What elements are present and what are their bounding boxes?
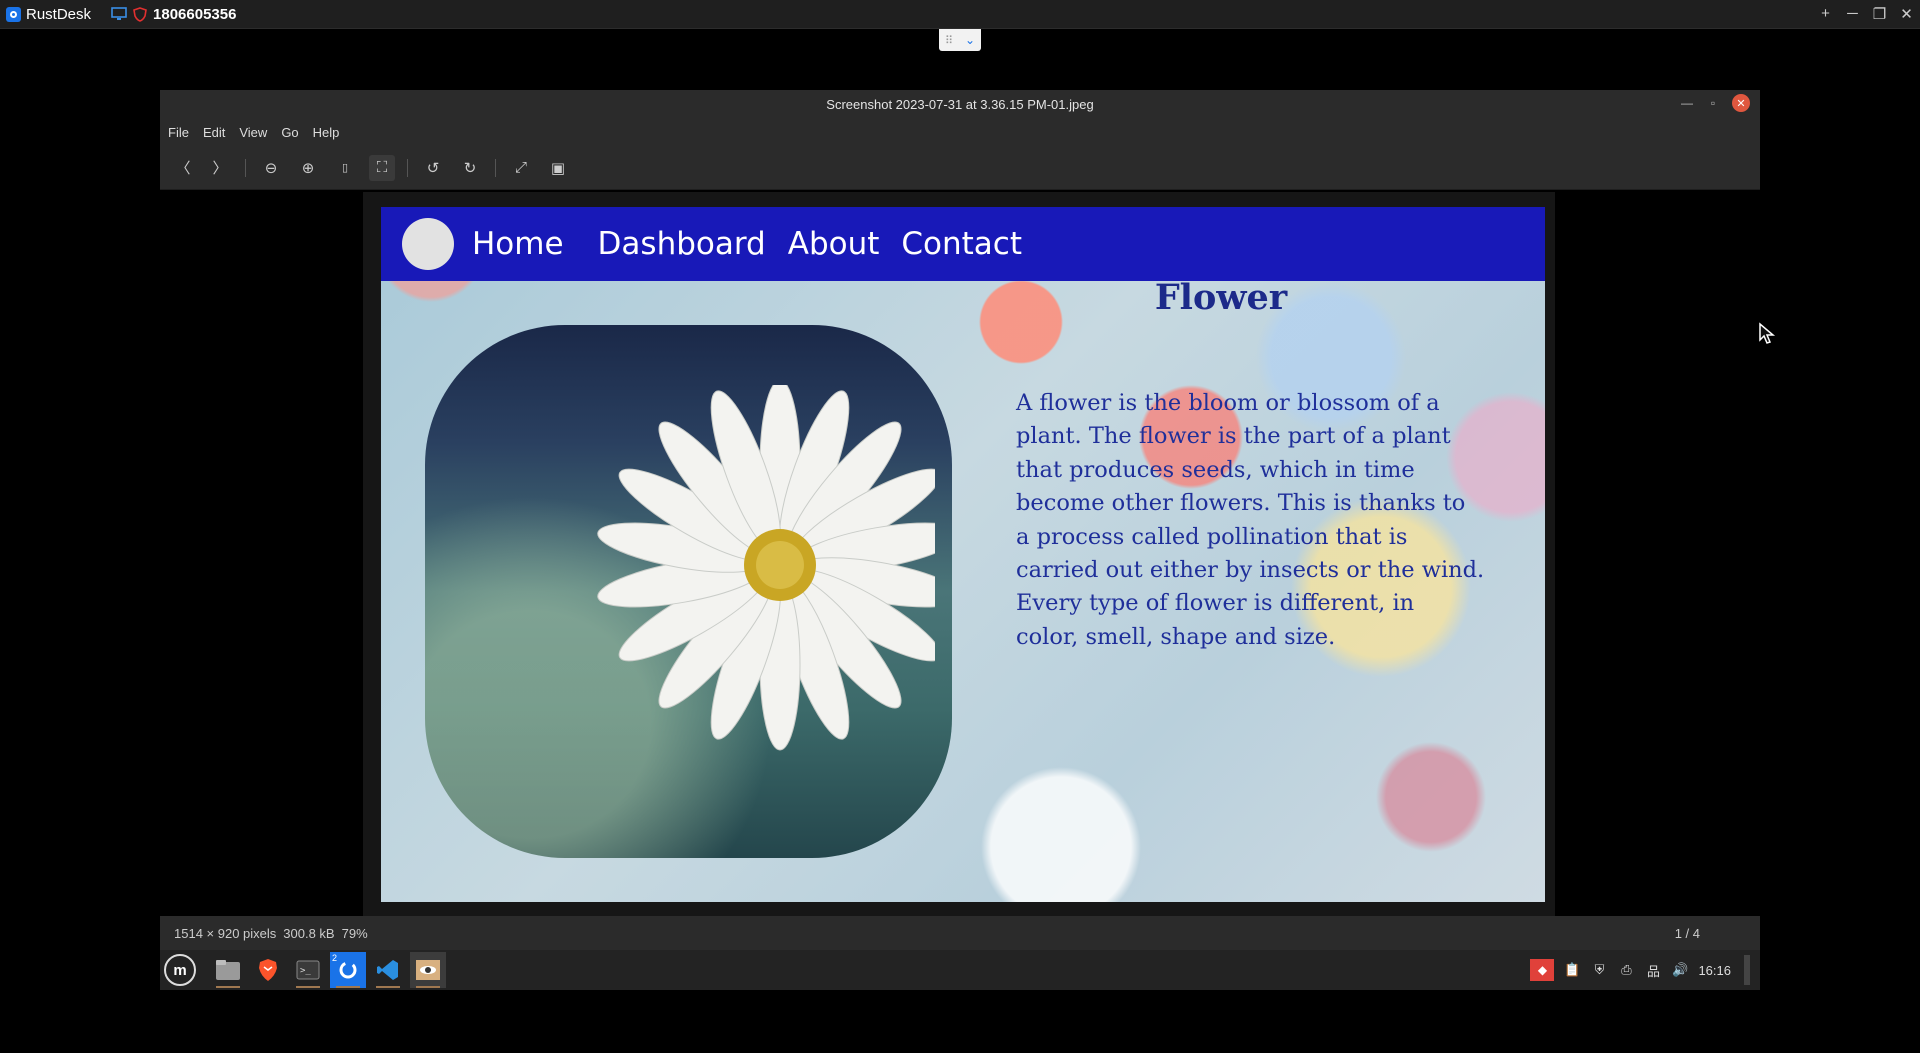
image-viewer-window: Screenshot 2023-07-31 at 3.36.15 PM-01.j…	[160, 90, 1760, 990]
slideshow-icon[interactable]: ▣	[545, 155, 571, 181]
viewer-title: Screenshot 2023-07-31 at 3.36.15 PM-01.j…	[826, 96, 1094, 112]
taskbar: m >_ 2 ◆ 📋 ⛨ ⎙ 品 🔊 16:16	[160, 950, 1760, 990]
rustdesk-logo-icon	[6, 6, 21, 22]
zoom-level: 79%	[341, 925, 368, 941]
volume-icon[interactable]: 🔊	[1671, 961, 1689, 979]
content-paragraph: A flower is the bloom or blossom of a pl…	[1016, 387, 1516, 654]
add-tab-button[interactable]: +	[1812, 5, 1839, 23]
rustdesk-badge: 2	[332, 953, 338, 963]
network-icon[interactable]: 品	[1644, 961, 1662, 979]
toolbar-separator	[245, 158, 246, 177]
monitor-icon	[111, 7, 127, 20]
remote-toolbar-toggle[interactable]: ⠿ ⌄	[939, 29, 981, 51]
menu-go[interactable]: Go	[281, 125, 298, 140]
close-button[interactable]: ✕	[1893, 5, 1920, 23]
viewer-toolbar: 〈 〉 ⊖ ⊕ ▯ ⛶ ↺ ↻ ⤢ ▣	[160, 146, 1760, 190]
zoom-out-icon[interactable]: ⊖	[258, 155, 284, 181]
nav-contact: Contact	[901, 226, 1022, 262]
actual-size-icon[interactable]: ▯	[332, 155, 358, 181]
shield-icon	[133, 6, 147, 22]
files-icon[interactable]	[210, 952, 246, 988]
daisy-flower-icon	[597, 385, 935, 751]
nav-home: Home	[472, 226, 564, 262]
chevron-down-icon[interactable]: ⌄	[965, 33, 975, 47]
viewer-close-button[interactable]: ✕	[1732, 94, 1750, 112]
viewer-maximize-button[interactable]: ▫	[1706, 96, 1720, 110]
webpage-navbar: Home Dashboard About Contact	[381, 207, 1545, 281]
menu-edit[interactable]: Edit	[203, 125, 225, 140]
avatar	[402, 218, 454, 270]
toolbar-separator	[495, 158, 496, 177]
anydesk-icon[interactable]: ◆	[1530, 959, 1555, 981]
rustdesk-titlebar: RustDesk 1806605356 + ─ ❐ ✕	[0, 0, 1920, 29]
prev-icon[interactable]: 〈	[170, 155, 196, 181]
viewer-minimize-button[interactable]: —	[1680, 96, 1694, 110]
zoom-in-icon[interactable]: ⊕	[295, 155, 321, 181]
displayed-webpage-image: Home Dashboard About Contact Flower A fl…	[381, 207, 1545, 902]
paragraph-line: Every type of flower is different, in	[1016, 590, 1415, 617]
rotate-right-icon[interactable]: ↻	[457, 155, 483, 181]
session-tab[interactable]: 1806605356	[111, 6, 236, 23]
mouse-cursor-icon	[1759, 322, 1776, 344]
terminal-icon[interactable]: >_	[290, 952, 326, 988]
rustdesk-app-name: RustDesk	[26, 5, 92, 23]
image-counter: 1 / 4	[1674, 925, 1700, 941]
session-id: 1806605356	[153, 5, 237, 23]
show-desktop-button[interactable]	[1744, 955, 1750, 985]
paragraph-line: plant. The flower is the part of a plant	[1016, 423, 1451, 450]
drag-handle-icon[interactable]: ⠿	[945, 34, 953, 47]
image-dimensions: 1514 × 920 pixels	[174, 925, 277, 941]
viewer-titlebar: Screenshot 2023-07-31 at 3.36.15 PM-01.j…	[160, 90, 1760, 118]
mint-menu-icon[interactable]: m	[164, 954, 196, 986]
vscode-icon[interactable]	[370, 952, 406, 988]
maximize-button[interactable]: ❐	[1866, 5, 1893, 23]
menu-view[interactable]: View	[239, 125, 267, 140]
image-filesize: 300.8 kB	[283, 925, 335, 941]
image-canvas[interactable]: Home Dashboard About Contact Flower A fl…	[160, 190, 1760, 916]
rustdesk-icon[interactable]: 2	[330, 952, 366, 988]
image-viewer-icon[interactable]	[410, 952, 446, 988]
nav-about: About	[787, 226, 880, 262]
minimize-button[interactable]: ─	[1839, 5, 1866, 23]
printer-icon[interactable]: ⎙	[1617, 961, 1635, 979]
system-tray: ◆ 📋 ⛨ ⎙ 品 🔊 16:16	[1530, 955, 1750, 985]
flower-image	[425, 325, 952, 858]
brave-icon[interactable]	[250, 952, 286, 988]
viewer-menubar: File Edit View Go Help	[160, 118, 1760, 146]
rustdesk-logo: RustDesk	[6, 6, 91, 23]
toolbar-separator	[407, 158, 408, 177]
nav-dashboard: Dashboard	[597, 226, 766, 262]
svg-text:>_: >_	[300, 966, 311, 976]
paragraph-line: become other flowers. This is thanks to	[1016, 490, 1466, 517]
paragraph-line: A flower is the bloom or blossom of a	[1016, 390, 1440, 416]
rotate-left-icon[interactable]: ↺	[420, 155, 446, 181]
paragraph-line: carried out either by insects or the win…	[1016, 557, 1485, 584]
paragraph-line: a process called pollination that is	[1016, 523, 1408, 550]
paragraph-line: that produces seeds, which in time	[1016, 456, 1415, 483]
content-heading: Flower	[1154, 277, 1288, 318]
next-icon[interactable]: 〉	[207, 155, 233, 181]
menu-file[interactable]: File	[168, 125, 189, 140]
best-fit-icon[interactable]: ⛶	[369, 154, 395, 181]
paragraph-line: color, smell, shape and size.	[1016, 623, 1336, 650]
update-shield-icon[interactable]: ⛨	[1590, 961, 1608, 979]
menu-help[interactable]: Help	[313, 125, 340, 140]
clipboard-icon[interactable]: 📋	[1563, 961, 1581, 979]
viewer-statusbar: 1514 × 920 pixels 300.8 kB 79% 1 / 4	[160, 916, 1760, 950]
clock[interactable]: 16:16	[1698, 963, 1731, 978]
fullscreen-icon[interactable]: ⤢	[508, 155, 534, 181]
